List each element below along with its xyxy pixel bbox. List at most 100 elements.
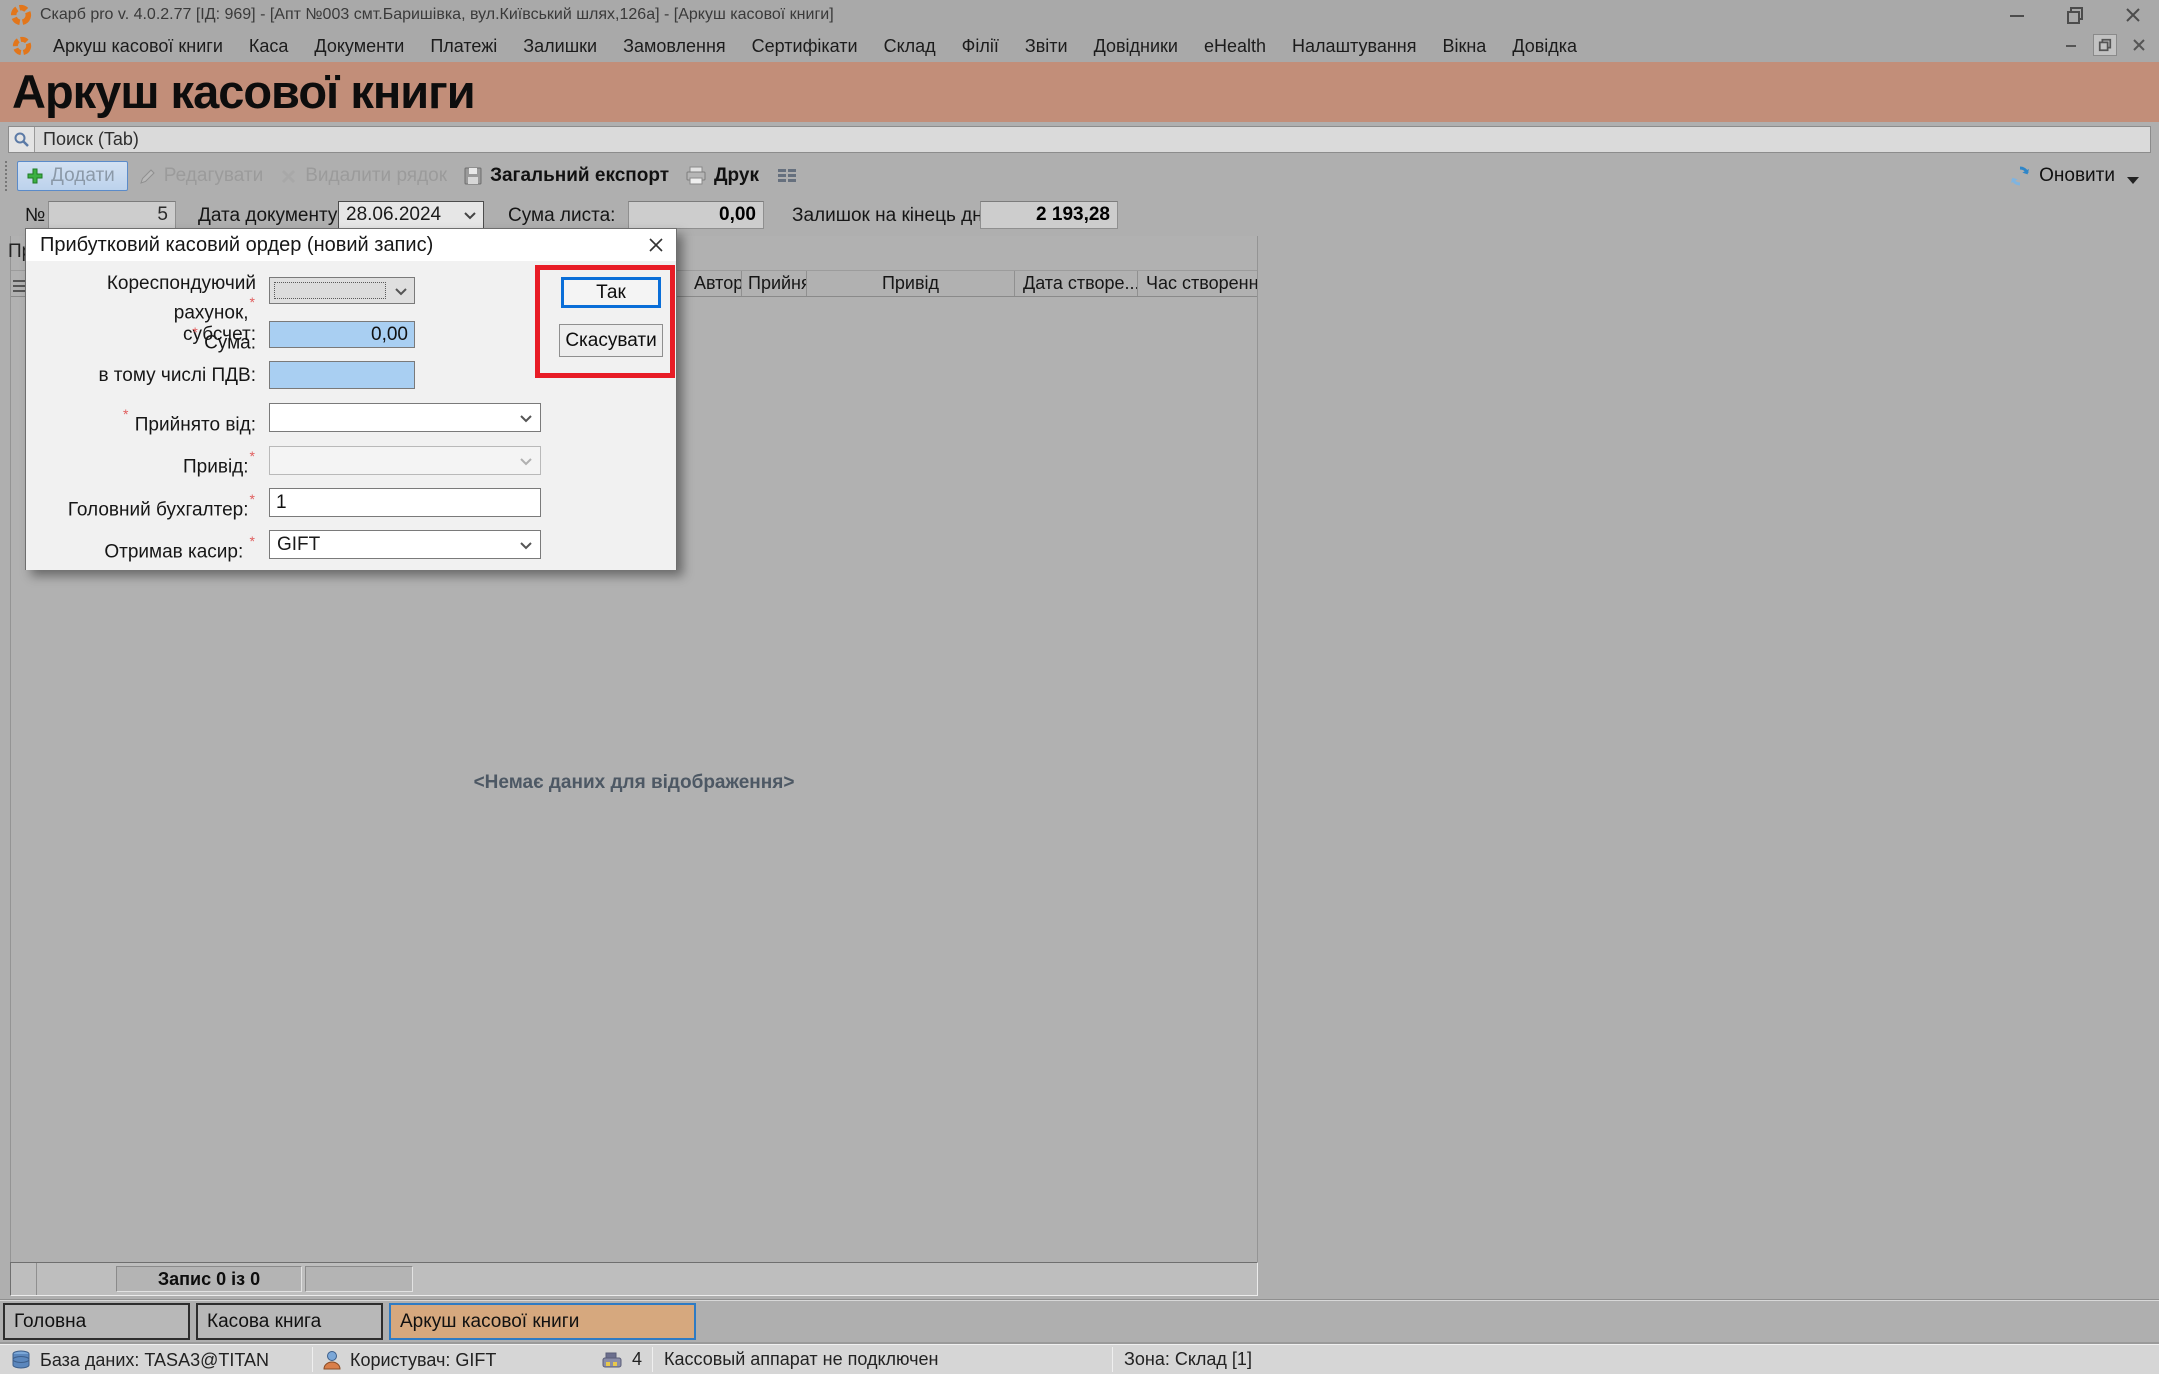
toolbar: Додати Редагувати Видалити рядок Загальн… — [0, 156, 2159, 196]
tab-holovna[interactable]: Головна — [3, 1303, 190, 1340]
account-combobox[interactable] — [269, 277, 415, 304]
number-input[interactable] — [48, 201, 176, 229]
refresh-icon — [2009, 165, 2031, 187]
cancel-button[interactable]: Скасувати — [559, 324, 663, 357]
vat-input[interactable] — [270, 362, 414, 388]
restore-icon[interactable] — [2063, 4, 2087, 26]
ok-button[interactable]: Так — [561, 277, 661, 308]
chief-accountant-field[interactable] — [269, 488, 541, 517]
dialog-close-icon[interactable] — [636, 229, 676, 261]
mdi-minimize-icon[interactable] — [2059, 34, 2083, 56]
menu-item-platezhi[interactable]: Платежі — [417, 30, 510, 62]
column-header-time-created[interactable]: Час створення — [1138, 271, 1257, 296]
export-button[interactable]: Загальний експорт — [463, 165, 669, 187]
add-button[interactable]: Додати — [17, 161, 128, 191]
database-icon — [10, 1349, 32, 1371]
menu-logo-icon — [12, 36, 32, 56]
plus-icon — [26, 167, 44, 185]
required-asterisk: * — [122, 406, 129, 422]
cashier-combobox[interactable]: GIFT — [269, 530, 541, 559]
grid-empty-message: <Немає даних для відображення> — [11, 772, 1257, 794]
search-icon[interactable] — [9, 127, 35, 152]
menu-item-sklad[interactable]: Склад — [871, 30, 949, 62]
statusbar-cash-register: Кассовый аппарат не подключен — [664, 1349, 938, 1370]
tab-arkush-kasovoi-knyhy[interactable]: Аркуш касової книги — [389, 1303, 696, 1340]
vat-label: в тому числі ПДВ: — [26, 365, 256, 387]
page-header-band: Аркуш касової книги — [0, 62, 2159, 122]
vat-field[interactable] — [269, 361, 415, 389]
menu-item-dovidnyky[interactable]: Довідники — [1081, 30, 1191, 62]
required-asterisk: * — [249, 448, 256, 464]
statusbar-device-count: 4 — [632, 1349, 642, 1370]
menu-item-dovidka[interactable]: Довідка — [1499, 30, 1590, 62]
chevron-down-icon — [391, 281, 411, 301]
cashier-value: GIFT — [270, 534, 516, 556]
menu-item-zamovlennia[interactable]: Замовлення — [610, 30, 739, 62]
menu-item-nalashtuvannia[interactable]: Налаштування — [1279, 30, 1429, 62]
menu-item-sertyfikaty[interactable]: Сертифікати — [739, 30, 871, 62]
edit-button[interactable]: Редагувати — [138, 165, 263, 187]
received-from-label: * Прийнято від: — [26, 407, 256, 436]
chief-accountant-input[interactable] — [270, 489, 540, 516]
menu-item-arkush[interactable]: Аркуш касової книги — [40, 30, 236, 62]
menu-item-zalyshky[interactable]: Залишки — [510, 30, 610, 62]
sum-field[interactable] — [269, 321, 415, 348]
date-combobox[interactable]: 28.06.2024 — [338, 201, 484, 229]
balance-input[interactable] — [980, 201, 1118, 229]
focus-rectangle — [274, 282, 386, 299]
statusbar-user: Користувач: GIFT — [350, 1350, 496, 1371]
menu-item-ehealth[interactable]: eHealth — [1191, 30, 1279, 62]
search-bar — [8, 126, 2151, 153]
record-navigator: Запис 0 із 0 — [10, 1262, 1258, 1296]
dialog-body: Кореспондуючий рахунок,* субсчет: * Сума… — [26, 261, 676, 570]
menu-item-filii[interactable]: Філії — [949, 30, 1012, 62]
minimize-icon[interactable] — [2005, 4, 2029, 26]
reason-combobox — [269, 446, 541, 475]
number-label: № — [25, 205, 45, 227]
search-input[interactable] — [35, 127, 2150, 152]
chevron-down-icon — [516, 451, 536, 471]
received-from-combobox[interactable] — [269, 403, 541, 432]
tab-kasova-knyha[interactable]: Касова книга — [196, 1303, 383, 1340]
edit-button-label: Редагувати — [164, 165, 263, 187]
delete-row-button[interactable]: Видалити рядок — [279, 165, 447, 187]
cash-register-icon — [600, 1350, 624, 1370]
add-button-label: Додати — [51, 165, 115, 187]
mdi-close-icon[interactable] — [2127, 34, 2151, 56]
tabs-divider — [0, 1299, 2159, 1301]
reason-label: Привід:* — [26, 449, 256, 478]
menu-item-vikna[interactable]: Вікна — [1429, 30, 1499, 62]
refresh-button[interactable]: Оновити — [2009, 165, 2139, 187]
chevron-down-icon — [460, 205, 480, 225]
incoming-cash-order-dialog: Прибутковий касовий ордер (новий запис) … — [25, 228, 677, 570]
record-counter: Запис 0 із 0 — [116, 1266, 302, 1292]
required-asterisk: * — [249, 533, 256, 549]
chevron-down-icon — [516, 535, 536, 555]
columns-icon[interactable] — [775, 166, 799, 186]
print-button[interactable]: Друк — [685, 165, 759, 187]
close-icon[interactable] — [2121, 4, 2145, 26]
refresh-button-label: Оновити — [2039, 165, 2115, 187]
menu-item-kasa[interactable]: Каса — [236, 30, 302, 62]
column-header-date-created[interactable]: Дата створе... — [1015, 271, 1138, 296]
menu-item-zvity[interactable]: Звіти — [1012, 30, 1081, 62]
column-header-author[interactable]: Автор — [669, 271, 742, 296]
required-asterisk: * — [249, 294, 256, 310]
sheet-sum-input[interactable] — [628, 201, 764, 229]
column-header-reason[interactable]: Привід — [807, 271, 1015, 296]
printer-icon — [685, 166, 707, 186]
statusbar-database: База даних: TASA3@TITAN — [40, 1350, 269, 1371]
dialog-title: Прибутковий касовий ордер (новий запис) — [40, 234, 433, 257]
menu-item-dokumenty[interactable]: Документи — [301, 30, 417, 62]
required-asterisk: * — [249, 491, 256, 507]
required-asterisk: * — [191, 324, 198, 340]
user-icon — [322, 1349, 342, 1371]
column-header-received[interactable]: Прийня... — [742, 271, 807, 296]
sum-input[interactable] — [270, 322, 414, 347]
x-icon — [279, 167, 298, 186]
dialog-titlebar[interactable]: Прибутковий касовий ордер (новий запис) — [26, 229, 676, 261]
print-button-label: Друк — [714, 165, 759, 187]
mdi-restore-icon[interactable] — [2093, 34, 2117, 56]
date-label: Дата документу: — [198, 205, 343, 227]
sum-label: * Сума: — [26, 325, 256, 354]
